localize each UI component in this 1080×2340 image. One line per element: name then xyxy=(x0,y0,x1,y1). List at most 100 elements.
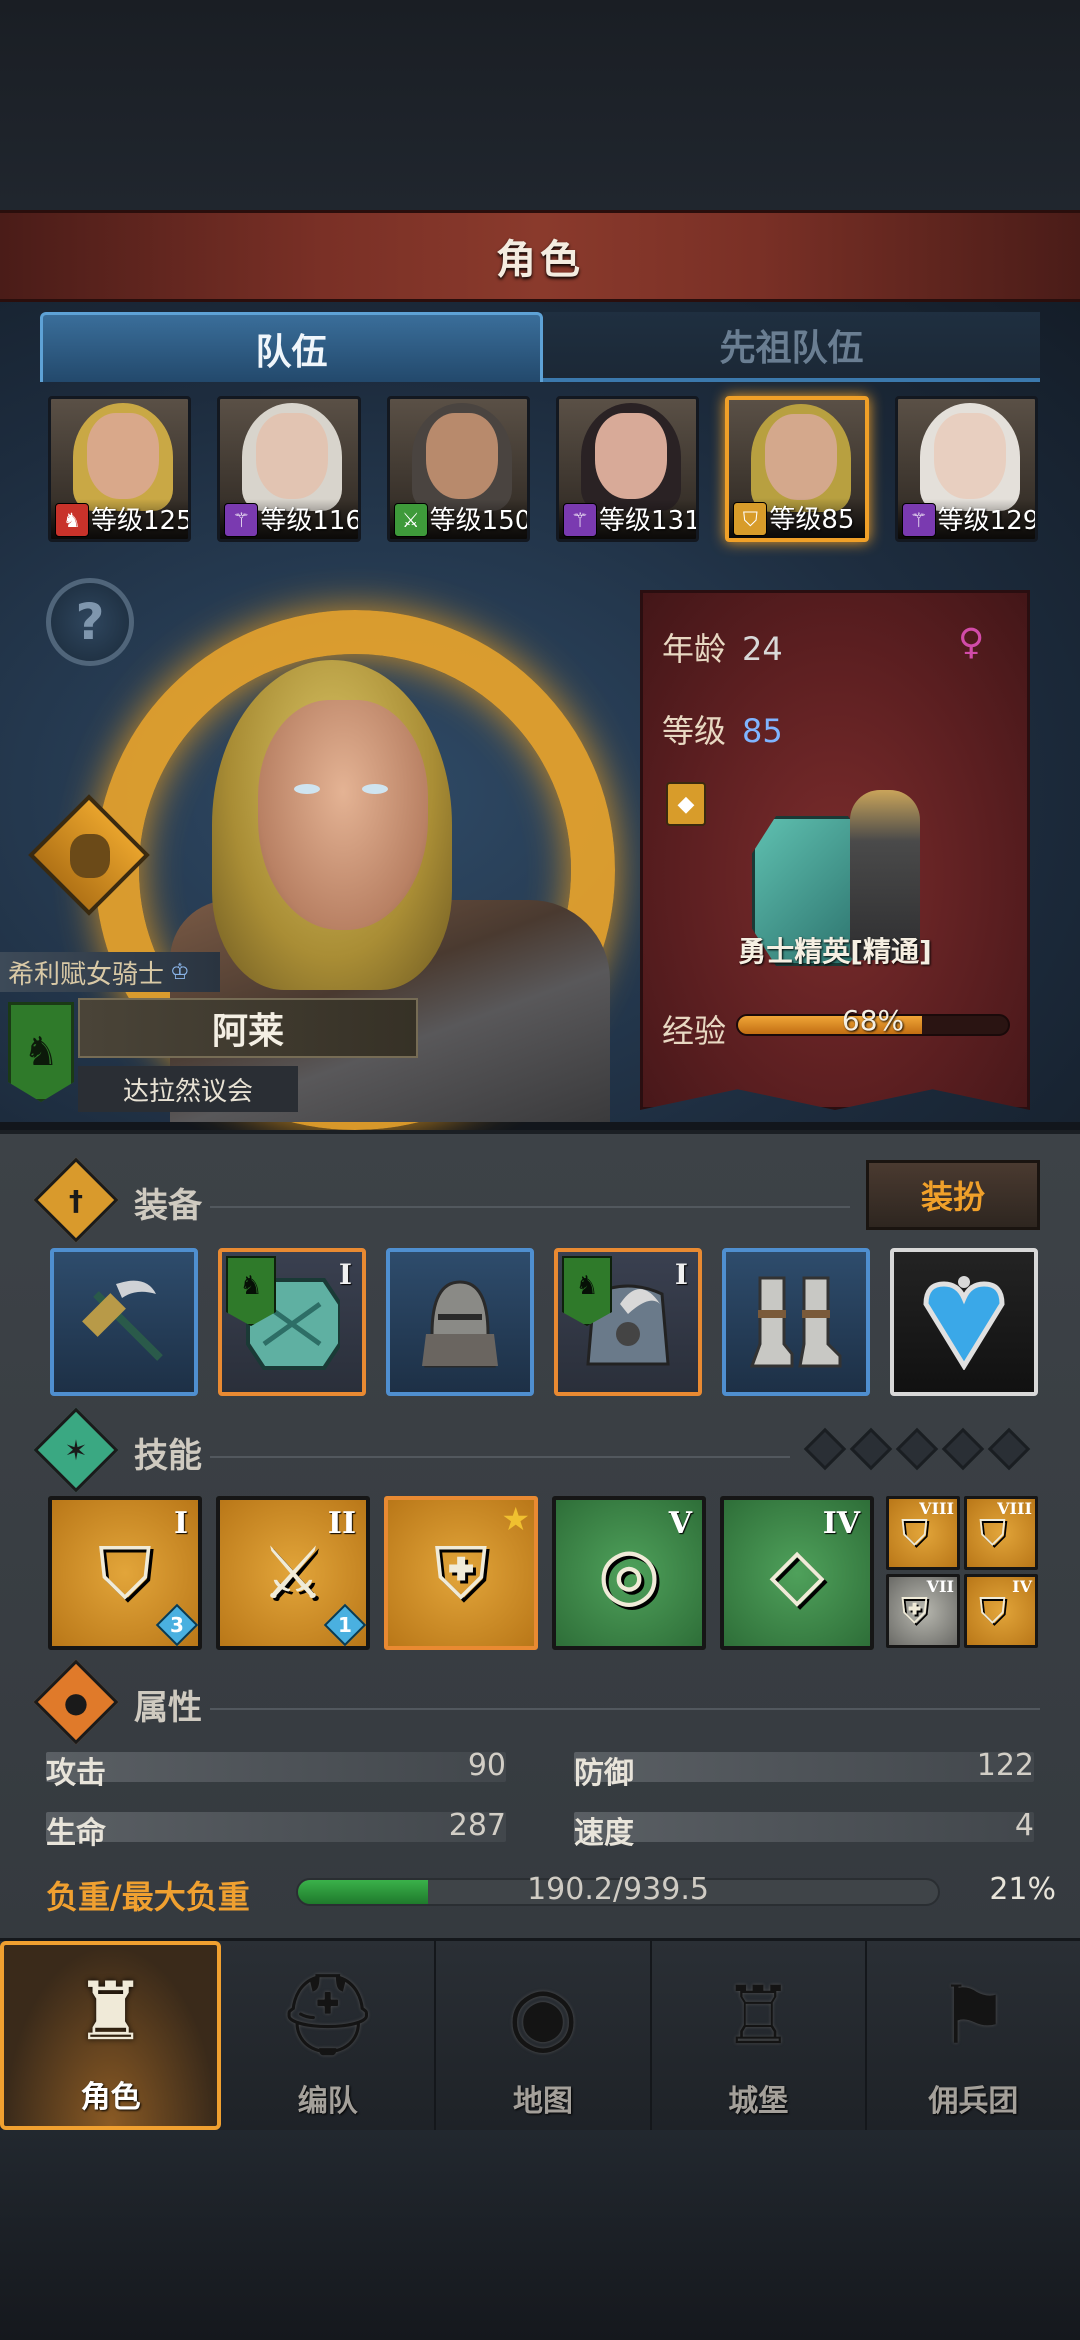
portrait-level-row: ⛉ 等级85 xyxy=(729,498,865,538)
skill-tier: IV xyxy=(822,1506,860,1541)
portrait-face-art xyxy=(256,413,329,499)
party-member-1[interactable]: ♞ 等级125 xyxy=(48,396,192,542)
dress-up-button[interactable]: 装扮 xyxy=(866,1160,1040,1230)
health-value: 287 xyxy=(448,1808,506,1843)
party-member-5[interactable]: ⛉ 等级85 xyxy=(725,396,869,542)
skill-tier: VII xyxy=(926,1577,954,1596)
equip-slot-boots[interactable] xyxy=(722,1248,870,1396)
class-name[interactable]: 勇士精英[精通] xyxy=(640,930,1030,970)
shield-burst-icon: ⛉ xyxy=(901,1513,929,1554)
load-value: 190.2/939.5 xyxy=(527,1872,709,1907)
party-portraits: ♞ 等级125 ⚚ 等级116 ⚔ 等级150 ⚚ 等级131 ⛉ 等级85 ⚚ 等级129 xyxy=(48,396,1038,544)
nav-character[interactable]: ♜ 角色 xyxy=(0,1941,222,2130)
skill-slot-5[interactable]: ◇ IV xyxy=(720,1496,874,1650)
item-tier: I xyxy=(674,1258,688,1291)
shield-ward-icon: ⛨ xyxy=(901,1591,929,1632)
bottom-nav: ♜ 角色 ⛑ 编队 ◉ 地图 ♖ 城堡 ⚑ 佣兵团 xyxy=(0,1938,1080,2130)
heart-amulet-icon xyxy=(923,1276,1005,1370)
page-header: 角色 xyxy=(0,210,1080,302)
attack-label: 攻击 xyxy=(46,1756,106,1791)
staff-icon: ⚚ xyxy=(562,503,597,537)
skill-slot-1[interactable]: ⛉ I 3 xyxy=(48,1496,202,1650)
help-button[interactable]: ? xyxy=(46,578,134,666)
party-member-2[interactable]: ⚚ 等级116 xyxy=(217,396,361,542)
shield-icon: ⛉ xyxy=(979,1591,1007,1632)
nav-mercenaries[interactable]: ⚑ 佣兵团 xyxy=(867,1941,1080,2130)
equip-slot-armor[interactable]: ♞ I xyxy=(554,1248,702,1396)
skill-tier: IV xyxy=(1012,1577,1032,1596)
crown-icon: ♔ xyxy=(170,959,190,985)
passive-skill-3[interactable]: ⛨ VII xyxy=(886,1574,960,1648)
hero-portrait[interactable] xyxy=(258,700,428,930)
helmet-icon: ⛑ xyxy=(277,1968,379,2061)
potion-flask-art xyxy=(70,834,110,878)
equip-slot-shield[interactable]: ♞ I xyxy=(218,1248,366,1396)
divider xyxy=(210,1708,1040,1710)
portrait-level-row: ⚚ 等级129 xyxy=(897,499,1035,539)
class-shield-icon[interactable]: ◆ xyxy=(666,782,706,826)
passive-skill-4[interactable]: ⛉ IV xyxy=(964,1574,1038,1648)
portrait-face-art xyxy=(765,414,838,500)
attributes-title: 属性 xyxy=(134,1688,202,1728)
tab-team[interactable]: 队伍 xyxy=(40,312,543,382)
equip-slot-amulet[interactable] xyxy=(890,1248,1038,1396)
level-row: 等级 85 xyxy=(662,706,783,752)
skill-slot-3[interactable]: ⛨ ★ xyxy=(384,1496,538,1650)
load-percent: 21% xyxy=(989,1872,1056,1907)
bottom-backdrop xyxy=(0,2130,1080,2340)
party-member-6[interactable]: ⚚ 等级129 xyxy=(894,396,1038,542)
horse-icon: ♞ xyxy=(55,503,89,537)
equip-slot-weapon[interactable] xyxy=(50,1248,198,1396)
shield-burst-icon: ⛉ xyxy=(979,1513,1007,1554)
age-value: 24 xyxy=(742,630,783,668)
portrait-level-row: ⚚ 等级116 xyxy=(220,499,361,539)
equip-slot-helmet[interactable] xyxy=(386,1248,534,1396)
defense-label: 防御 xyxy=(574,1756,634,1791)
tab-ancestor-team[interactable]: 先祖队伍 xyxy=(543,312,1040,382)
nav-label: 城堡 xyxy=(728,2084,789,2119)
skills-title: 技能 xyxy=(134,1436,202,1476)
portrait-face-art xyxy=(933,413,1006,499)
female-icon: ♀ xyxy=(958,622,985,663)
castle-icon: ♖ xyxy=(722,1968,795,2062)
skill-tier: I xyxy=(173,1506,188,1541)
nav-map[interactable]: ◉ 地图 xyxy=(436,1941,652,2130)
compass-map-icon: ◉ xyxy=(508,1968,578,2062)
house-crest-icon: ♞ xyxy=(562,1256,612,1326)
portrait-level-row: ⚔ 等级150 xyxy=(389,499,530,539)
helmet-icon xyxy=(422,1280,498,1368)
nav-castle[interactable]: ♖ 城堡 xyxy=(652,1941,867,2130)
skill-slot-2[interactable]: ⚔ II 1 xyxy=(216,1496,370,1650)
passive-skill-2[interactable]: ⛉ VIII xyxy=(964,1496,1038,1570)
nav-label: 佣兵团 xyxy=(928,2084,1019,2119)
gem-count: 3 xyxy=(170,1613,184,1637)
hero-class-title: 希利赋女骑士 ♔ xyxy=(0,952,220,992)
portrait-level: 等级125 xyxy=(91,506,192,536)
portrait-level-row: ♞ 等级125 xyxy=(51,499,192,539)
party-member-3[interactable]: ⚔ 等级150 xyxy=(386,396,530,542)
exp-label: 经验 xyxy=(662,1012,727,1050)
divider xyxy=(210,1456,790,1458)
house-crest-icon: ♞ xyxy=(226,1256,276,1326)
health-label: 生命 xyxy=(46,1816,106,1851)
hero-name[interactable]: 阿莱 xyxy=(78,998,418,1058)
knight-icon: ♜ xyxy=(74,1964,147,2058)
party-member-4[interactable]: ⚚ 等级131 xyxy=(555,396,700,542)
shield-break-icon: ⛨ xyxy=(433,1531,488,1615)
portrait-face-art xyxy=(425,413,498,499)
hero-title-text: 希利赋女骑士 xyxy=(8,959,165,990)
load-label: 负重/最大负重 xyxy=(46,1878,250,1916)
greaves-icon xyxy=(749,1276,842,1368)
passive-skill-1[interactable]: ⛉ VIII xyxy=(886,1496,960,1570)
portrait-level: 等级150 xyxy=(429,506,530,536)
portrait-face-art xyxy=(87,413,159,499)
nav-formation[interactable]: ⛑ 编队 xyxy=(221,1941,437,2130)
attack-value: 90 xyxy=(467,1748,506,1783)
portrait-level: 等级85 xyxy=(769,505,855,535)
page-title: 角色 xyxy=(496,237,584,283)
team-tabs: 队伍 先祖队伍 xyxy=(40,312,1040,382)
skill-slot-4[interactable]: ◎ V xyxy=(552,1496,706,1650)
hero-eye xyxy=(294,784,320,794)
portrait-level: 等级116 xyxy=(260,506,361,536)
nav-label: 角色 xyxy=(80,2080,141,2115)
